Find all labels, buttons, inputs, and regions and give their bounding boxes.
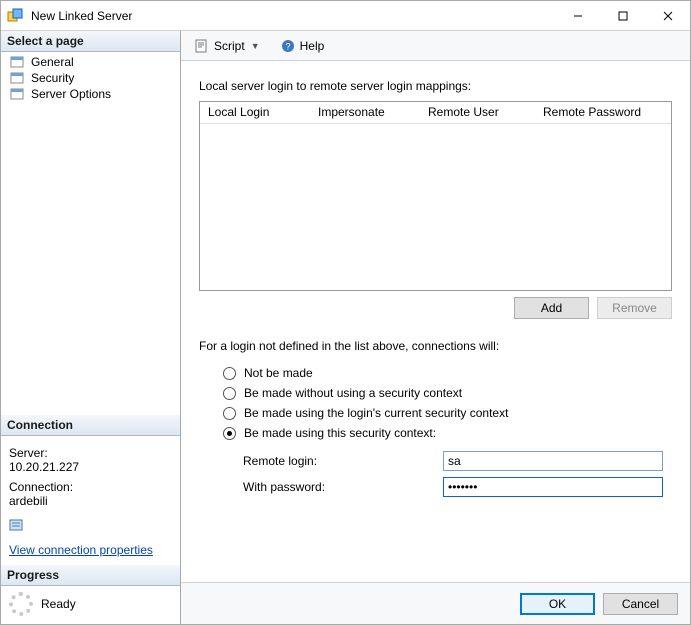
- radio-label: Be made using this security context:: [244, 426, 436, 440]
- maximize-button[interactable]: [600, 1, 645, 30]
- help-label: Help: [300, 39, 325, 53]
- grid-buttons: Add Remove: [199, 297, 672, 319]
- radio-label: Be made without using a security context: [244, 386, 462, 400]
- radio-without-security[interactable]: Be made without using a security context: [199, 383, 672, 403]
- form-area: Local server login to remote server logi…: [181, 61, 690, 582]
- radio-not-be-made[interactable]: Not be made: [199, 363, 672, 383]
- minimize-button[interactable]: [555, 1, 600, 30]
- radio-label: Not be made: [244, 366, 313, 380]
- script-label: Script: [214, 39, 245, 53]
- svg-text:?: ?: [285, 41, 290, 51]
- content-row: Select a page General Security: [1, 31, 690, 624]
- help-button[interactable]: ? Help: [273, 35, 332, 57]
- connection-label: Connection:: [9, 480, 172, 494]
- connection-heading: Connection: [1, 415, 180, 436]
- dialog-footer: OK Cancel: [181, 582, 690, 624]
- col-remote-user: Remote User: [420, 102, 535, 123]
- script-icon: [194, 38, 210, 54]
- window-title: New Linked Server: [31, 9, 555, 23]
- radio-current-security[interactable]: Be made using the login's current securi…: [199, 403, 672, 423]
- progress-block: Ready: [1, 586, 180, 624]
- progress-spinner-icon: [9, 592, 33, 616]
- add-button[interactable]: Add: [514, 297, 589, 319]
- radio-this-security[interactable]: Be made using this security context:: [199, 423, 672, 443]
- select-page-heading: Select a page: [1, 31, 180, 52]
- page-item-security[interactable]: Security: [1, 70, 180, 86]
- page-icon: [9, 87, 25, 101]
- main-panel: Script ▼ ? Help Local server login to re…: [181, 31, 690, 624]
- page-icon: [9, 55, 25, 69]
- radio-icon: [223, 407, 236, 420]
- server-value: 10.20.21.227: [9, 460, 172, 474]
- app-icon: [7, 8, 23, 24]
- remote-login-input[interactable]: [443, 451, 663, 471]
- chevron-down-icon: ▼: [249, 41, 262, 51]
- titlebar: New Linked Server: [1, 1, 690, 31]
- progress-status: Ready: [41, 597, 76, 611]
- connection-block: Server: 10.20.21.227 Connection: ardebil…: [1, 436, 180, 565]
- page-item-label: Security: [31, 71, 74, 85]
- radio-icon: [223, 387, 236, 400]
- page-list: General Security Server Options: [1, 52, 180, 104]
- col-impersonate: Impersonate: [310, 102, 420, 123]
- page-icon: [9, 71, 25, 85]
- security-credentials: Remote login: With password:: [199, 451, 672, 497]
- ok-button[interactable]: OK: [520, 593, 595, 615]
- radio-icon: [223, 367, 236, 380]
- grid-header: Local Login Impersonate Remote User Remo…: [200, 102, 671, 124]
- with-password-label: With password:: [243, 480, 443, 494]
- page-item-label: General: [31, 55, 74, 69]
- window-controls: [555, 1, 690, 30]
- properties-icon: [9, 519, 25, 533]
- cancel-button[interactable]: Cancel: [603, 593, 678, 615]
- help-icon: ?: [280, 38, 296, 54]
- mapping-grid[interactable]: Local Login Impersonate Remote User Remo…: [199, 101, 672, 291]
- progress-heading: Progress: [1, 565, 180, 586]
- radio-icon: [223, 427, 236, 440]
- remote-login-label: Remote login:: [243, 454, 443, 468]
- page-item-general[interactable]: General: [1, 54, 180, 70]
- radio-section: For a login not defined in the list abov…: [199, 339, 672, 497]
- remove-button: Remove: [597, 297, 672, 319]
- toolbar: Script ▼ ? Help: [181, 31, 690, 61]
- dialog-window: New Linked Server Select a page General: [0, 0, 691, 625]
- page-item-label: Server Options: [31, 87, 111, 101]
- close-button[interactable]: [645, 1, 690, 30]
- with-password-input[interactable]: [443, 477, 663, 497]
- script-button[interactable]: Script ▼: [187, 35, 269, 57]
- mapping-label: Local server login to remote server logi…: [199, 79, 672, 93]
- undefined-login-prompt: For a login not defined in the list abov…: [199, 339, 672, 353]
- col-local-login: Local Login: [200, 102, 310, 123]
- page-item-server-options[interactable]: Server Options: [1, 86, 180, 102]
- sidebar: Select a page General Security: [1, 31, 181, 624]
- connection-value: ardebili: [9, 494, 172, 508]
- server-label: Server:: [9, 446, 172, 460]
- view-connection-properties-link[interactable]: View connection properties: [9, 543, 153, 557]
- radio-label: Be made using the login's current securi…: [244, 406, 508, 420]
- col-remote-password: Remote Password: [535, 102, 671, 123]
